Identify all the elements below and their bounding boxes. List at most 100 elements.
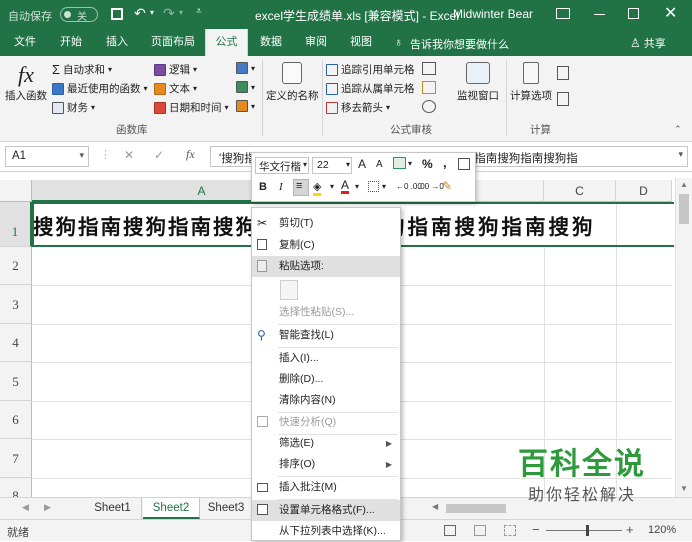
grow-font-icon[interactable]: A xyxy=(358,157,366,171)
row-header-2[interactable]: 2 xyxy=(0,247,32,285)
scroll-up-icon[interactable]: ▲ xyxy=(680,180,688,189)
autosum-button[interactable]: Σ 自动求和 ▾ xyxy=(52,62,112,77)
name-box[interactable]: A1 ▾ xyxy=(5,146,89,167)
zoom-slider-thumb[interactable] xyxy=(586,525,589,536)
font-color-icon[interactable]: A xyxy=(341,179,350,194)
menu-filter[interactable]: 筛选(E) ▶ xyxy=(252,433,400,454)
trace-precedents-button[interactable]: 追踪引用单元格 xyxy=(326,62,415,77)
comma-button[interactable]: , xyxy=(443,155,447,170)
menu-cut[interactable]: ✂ 剪切(T) xyxy=(252,213,400,234)
menu-copy[interactable]: 复制(C) xyxy=(252,235,400,256)
user-name[interactable]: Midwinter Bear xyxy=(453,7,533,21)
redo-dropdown-icon[interactable]: ▾ xyxy=(179,8,183,17)
chevron-down-icon[interactable]: ▾ xyxy=(408,159,412,168)
menu-quick-analysis[interactable]: 快速分析(Q) xyxy=(252,412,400,433)
sheet-tab-sheet1[interactable]: Sheet1 xyxy=(84,498,142,519)
maximize-icon[interactable] xyxy=(628,8,639,19)
column-header-c[interactable]: C xyxy=(544,180,616,202)
bold-button[interactable]: B xyxy=(259,181,267,193)
recent-functions-button[interactable]: 最近使用的函数 ▾ xyxy=(52,81,148,96)
trace-dependents-button[interactable]: 追踪从属单元格 xyxy=(326,81,415,96)
tab-file[interactable]: 文件 xyxy=(6,29,44,56)
font-size-select[interactable]: 22 ▾ xyxy=(312,157,352,174)
tab-insert[interactable]: 插入 xyxy=(98,29,136,56)
accounting-format-icon[interactable] xyxy=(393,157,406,169)
math-button[interactable]: ▾ xyxy=(236,81,255,93)
row-header-4[interactable]: 4 xyxy=(0,324,32,362)
zoom-slider-track[interactable] xyxy=(546,530,622,531)
tab-home[interactable]: 开始 xyxy=(52,29,90,56)
page-break-view-icon[interactable] xyxy=(504,525,516,536)
show-formulas-icon[interactable] xyxy=(422,62,436,75)
calc-now-icon[interactable] xyxy=(557,66,569,80)
zoom-in-icon[interactable]: + xyxy=(626,522,634,537)
normal-view-icon[interactable] xyxy=(444,525,456,536)
watch-window-button[interactable]: 监视窗口 xyxy=(454,62,502,103)
save-icon[interactable] xyxy=(111,8,123,20)
lookup-button[interactable]: ▾ xyxy=(236,62,255,74)
scroll-left-icon[interactable]: ◀ xyxy=(432,502,438,511)
expand-formula-icon[interactable]: ▾ xyxy=(676,149,683,160)
logical-button[interactable]: 逻辑 ▾ xyxy=(154,62,197,77)
undo-icon[interactable]: ↶ xyxy=(134,5,146,22)
scroll-sheets-right-icon[interactable]: ▶ xyxy=(44,502,51,513)
tell-me-input[interactable]: 告诉我你想要做什么 xyxy=(410,36,509,52)
menu-insert-comment[interactable]: 插入批注(M) xyxy=(252,477,400,498)
define-name-button[interactable]: 定义的名称 xyxy=(266,62,319,103)
menu-pick-from-list[interactable]: 从下拉列表中选择(K)... xyxy=(252,521,400,542)
chevron-down-icon[interactable]: ▾ xyxy=(382,182,386,191)
scroll-down-icon[interactable]: ▼ xyxy=(680,484,688,493)
borders-icon[interactable] xyxy=(368,181,379,192)
sheet-tab-sheet2[interactable]: Sheet2 xyxy=(143,498,200,519)
page-layout-view-icon[interactable] xyxy=(474,525,486,536)
italic-button[interactable]: I xyxy=(279,181,283,193)
tab-view[interactable]: 视图 xyxy=(342,29,380,56)
decrease-decimal-button[interactable]: .00 →0 xyxy=(418,182,444,191)
row-header-7[interactable]: 7 xyxy=(0,439,32,478)
menu-insert[interactable]: 插入(I)... xyxy=(252,348,400,369)
remove-arrows-button[interactable]: 移去箭头 ▾ xyxy=(326,100,390,115)
zoom-level[interactable]: 120% xyxy=(648,524,676,536)
collapse-ribbon-icon[interactable]: ⌃ xyxy=(674,124,682,135)
column-header-d[interactable]: D xyxy=(616,180,672,202)
calc-options-button[interactable]: 计算选项 xyxy=(508,62,554,103)
datetime-button[interactable]: 日期和时间 ▾ xyxy=(154,100,229,115)
tab-formulas[interactable]: 公式 xyxy=(205,29,248,56)
row-header-8[interactable]: 8 xyxy=(0,478,32,497)
menu-format-cells[interactable]: 设置单元格格式(F)... xyxy=(252,500,400,521)
vertical-scroll-thumb[interactable] xyxy=(679,194,689,224)
chevron-down-icon[interactable]: ▾ xyxy=(330,182,334,191)
menu-sort[interactable]: 排序(O) ▶ xyxy=(252,454,400,475)
tab-review[interactable]: 审阅 xyxy=(297,29,335,56)
percent-button[interactable]: % xyxy=(422,157,433,171)
close-icon[interactable]: ✕ xyxy=(664,3,677,23)
more-functions-button[interactable]: ▾ xyxy=(236,100,255,112)
fill-color-icon[interactable]: ◈ xyxy=(313,180,322,196)
menu-delete[interactable]: 删除(D)... xyxy=(252,369,400,390)
tab-page-layout[interactable]: 页面布局 xyxy=(146,29,200,56)
ribbon-display-icon[interactable] xyxy=(556,8,570,19)
menu-paste-special[interactable]: 选择性粘贴(S)... xyxy=(252,302,400,323)
zoom-out-icon[interactable]: − xyxy=(532,522,540,537)
chevron-down-icon[interactable]: ▾ xyxy=(355,182,359,191)
undo-dropdown-icon[interactable]: ▾ xyxy=(150,8,154,17)
error-checking-icon[interactable] xyxy=(422,81,436,94)
menu-smart-lookup[interactable]: ⚲ 智能查找(L) xyxy=(252,325,400,346)
shrink-font-icon[interactable]: A xyxy=(376,159,383,170)
calc-sheet-icon[interactable] xyxy=(557,92,569,106)
font-name-select[interactable]: 华文行楷 ▾ xyxy=(255,157,309,174)
financial-button[interactable]: 财务 ▾ xyxy=(52,100,95,115)
format-painter-icon[interactable]: ✎ xyxy=(442,179,452,193)
row-header-6[interactable]: 6 xyxy=(0,401,32,439)
row-header-3[interactable]: 3 xyxy=(0,285,32,324)
row-header-5[interactable]: 5 xyxy=(0,362,32,401)
evaluate-formula-icon[interactable] xyxy=(422,100,436,113)
qat-customize-icon[interactable]: ⩡ xyxy=(196,6,202,17)
redo-icon[interactable]: ↷ xyxy=(163,5,175,22)
share-button[interactable]: ♙ 共享 xyxy=(630,33,666,52)
row-header-1[interactable]: 1 xyxy=(0,202,32,247)
vertical-scrollbar[interactable]: ▲ ▼ xyxy=(675,178,692,497)
minimize-icon[interactable] xyxy=(594,14,605,15)
text-button[interactable]: 文本 ▾ xyxy=(154,81,197,96)
menu-clear-contents[interactable]: 清除内容(N) xyxy=(252,390,400,411)
